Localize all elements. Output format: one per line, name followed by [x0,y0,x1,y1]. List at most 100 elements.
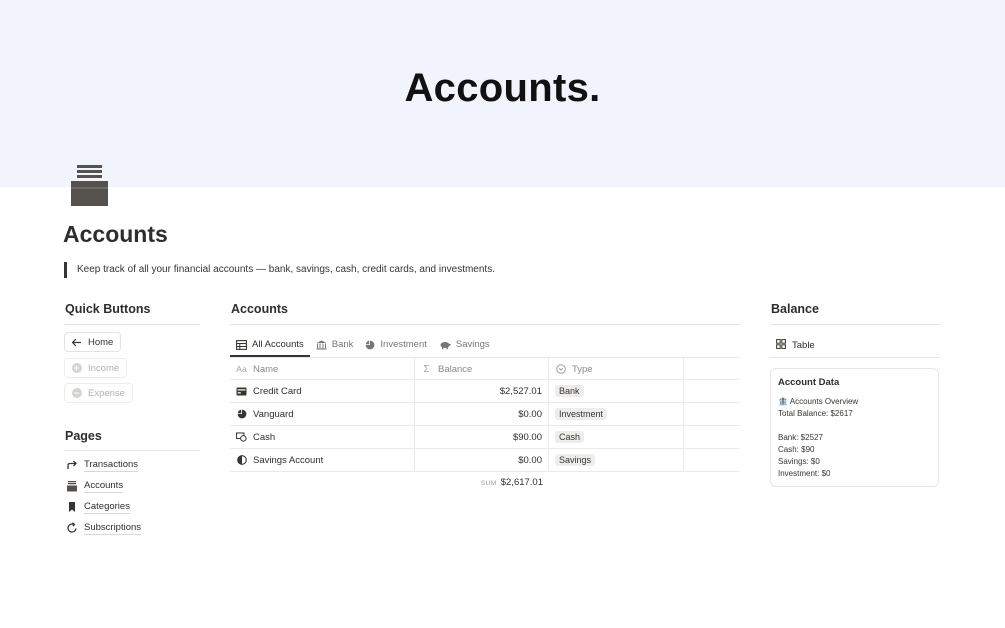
row-type-cell[interactable]: Savings [549,449,684,471]
row-balance[interactable]: $0.00 [415,403,549,425]
account-data-card[interactable]: Account Data 🏦 Accounts Overview Total B… [770,368,939,487]
refresh-icon [66,522,78,534]
credit-card-icon [236,387,247,396]
income-button-label: Income [88,362,120,374]
card-line: Bank: $2527 [778,433,823,442]
cash-icon [236,432,247,442]
divider [64,450,200,451]
row-balance[interactable]: $0.00 [415,449,549,471]
type-tag: Investment [555,408,608,420]
divider [230,324,740,325]
page-link-label: Transactions [84,458,139,472]
archive-box-icon[interactable] [71,165,108,206]
sum-label: SUM [480,480,497,487]
column-header-type[interactable]: Type [549,358,684,380]
column-header-name[interactable]: Aa Name [230,358,415,380]
tab-all-accounts[interactable]: All Accounts [230,334,310,357]
divider [64,324,200,325]
pie-chart-icon [236,409,247,419]
table-header-row: Aa Name Σ Balance Type [230,357,740,380]
tab-bank[interactable]: Bank [310,334,360,355]
card-line: Investment: $0 [778,469,831,478]
card-title: Account Data [778,377,840,388]
quick-buttons-heading: Quick Buttons [65,302,151,316]
row-name: Cash [253,431,276,443]
tab-table-view[interactable]: Table [770,334,815,356]
table-row[interactable]: Savings Account $0.00 Savings [230,449,740,472]
row-name-cell[interactable]: Cash [230,426,415,448]
row-name-cell[interactable]: Credit Card [230,380,415,402]
tab-label: Table [792,339,815,351]
row-name: Savings Account [253,454,324,466]
tab-investment[interactable]: Investment [359,334,432,355]
cover-title: Accounts. [404,66,601,110]
sum-value: $2,617.01 [500,477,543,488]
type-tag: Savings [555,454,596,466]
column-header-label: Name [253,363,279,375]
row-balance[interactable]: $2,527.01 [415,380,549,402]
tab-label: Savings [455,339,490,350]
plus-circle-icon: + [71,362,82,374]
text-type-icon: Aa [236,364,247,374]
column-header-balance[interactable]: Σ Balance [415,358,549,380]
income-button[interactable]: + Income [64,358,128,378]
select-circle-icon [555,364,566,374]
arrow-left-icon [71,337,82,348]
column-header-label: Balance [438,363,473,375]
home-button-label: Home [88,336,114,348]
card-line: Cash: $90 [778,445,815,454]
page-link-accounts[interactable]: Accounts [66,479,124,493]
row-name-cell[interactable]: Vanguard [230,403,415,425]
pages-heading: Pages [65,429,102,443]
cover-banner: Accounts. [0,0,1005,187]
card-line: Total Balance: $2617 [778,409,853,418]
expense-button-label: Expense [88,387,125,399]
row-name-cell[interactable]: Savings Account [230,449,415,471]
type-tag: Cash [555,431,585,443]
home-button[interactable]: Home [64,332,122,352]
expense-button[interactable]: − Expense [64,383,133,403]
divider [770,357,940,358]
row-name: Vanguard [253,408,294,420]
page-link-transactions[interactable]: Transactions [66,458,139,472]
row-balance[interactable]: $90.00 [415,426,549,448]
minus-circle-icon: − [71,387,82,399]
card-spacer [778,420,931,432]
tab-savings[interactable]: Savings [433,334,496,355]
tab-label: All Accounts [252,339,304,350]
table-icon [236,339,247,350]
piggy-bank-icon [439,340,451,350]
card-line: 🏦 Accounts Overview [778,397,859,406]
bank-icon [316,340,327,350]
balance-heading: Balance [771,302,819,316]
row-type-cell[interactable]: Investment [549,403,684,425]
row-name: Credit Card [253,385,302,397]
tab-label: Bank [331,339,354,350]
row-type-cell[interactable]: Bank [549,380,684,402]
sigma-icon: Σ [423,363,430,375]
page-link-categories[interactable]: Categories [66,500,130,514]
page-link-label: Subscriptions [84,521,142,535]
archive-box-icon [66,480,78,492]
page-title: Accounts [63,221,168,247]
accounts-heading: Accounts [231,302,288,316]
divider [770,324,940,325]
grid-icon [776,338,786,352]
page-link-label: Categories [84,500,130,514]
table-row[interactable]: Credit Card $2,527.01 Bank [230,380,740,403]
tab-label: Investment [380,339,427,350]
pie-chart-icon [365,340,375,350]
redo-arrow-icon [66,459,78,471]
type-tag: Bank [555,385,584,397]
half-circle-icon [236,455,247,465]
row-type-cell[interactable]: Cash [549,426,684,448]
page-description-quote: Keep track of all your financial account… [64,262,495,278]
page-link-subscriptions[interactable]: Subscriptions [66,521,142,535]
bookmark-icon [66,501,78,513]
table-row[interactable]: Vanguard $0.00 Investment [230,403,740,426]
card-line: Savings: $0 [778,457,820,466]
column-header-label: Type [572,363,593,375]
view-tabs: All Accounts Bank Investment Savings [230,334,496,357]
balance-sum[interactable]: SUM $2,617.01 [415,477,549,488]
table-row[interactable]: Cash $90.00 Cash [230,426,740,449]
